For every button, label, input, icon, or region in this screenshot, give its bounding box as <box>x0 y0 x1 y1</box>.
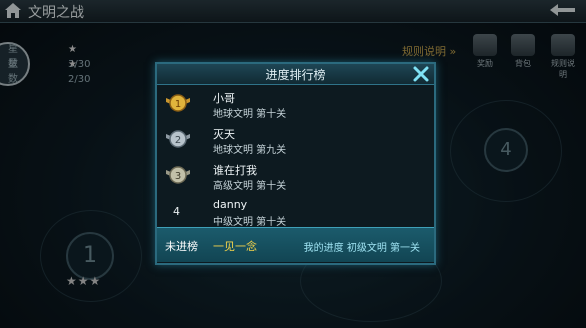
svg-text:3: 3 <box>175 171 181 182</box>
player-progress: 中级文明 第十关 <box>213 217 287 228</box>
list-item: 3 谁在打我 高级文明 第十关 <box>157 158 434 194</box>
close-icon[interactable] <box>410 63 432 85</box>
svg-text:1: 1 <box>175 99 181 110</box>
my-rank-footer: 未进榜 一见一念 我的进度 初级文明 第一关 <box>157 227 434 262</box>
rank-status: 未进榜 <box>165 240 198 253</box>
list-item: 4 danny 中级文明 第十关 <box>157 194 434 230</box>
player-name: danny <box>213 198 248 211</box>
player-progress: 地球文明 第九关 <box>213 145 287 156</box>
player-progress: 高级文明 第十关 <box>213 181 287 192</box>
rank-number: 4 <box>173 205 180 218</box>
leaderboard-dialog: 进度排行榜 1 小哥 地球文明 第十关 2 灭天 地球文明 第九关 3 谁在打我… <box>155 62 436 265</box>
list-item: 1 小哥 地球文明 第十关 <box>157 86 434 122</box>
player-progress: 地球文明 第十关 <box>213 109 287 120</box>
silver-medal-icon: 2 <box>166 130 190 148</box>
my-name: 一见一念 <box>213 240 257 253</box>
bronze-medal-icon: 3 <box>166 166 190 184</box>
player-name: 灭天 <box>213 128 235 141</box>
dialog-title: 进度排行榜 <box>265 68 326 82</box>
list-item: 2 灭天 地球文明 第九关 <box>157 122 434 158</box>
svg-text:2: 2 <box>175 135 181 146</box>
player-name: 谁在打我 <box>213 164 257 177</box>
gold-medal-icon: 1 <box>166 94 190 112</box>
dialog-header: 进度排行榜 <box>157 64 434 85</box>
player-name: 小哥 <box>213 92 235 105</box>
my-progress: 我的进度 初级文明 第一关 <box>303 243 420 254</box>
